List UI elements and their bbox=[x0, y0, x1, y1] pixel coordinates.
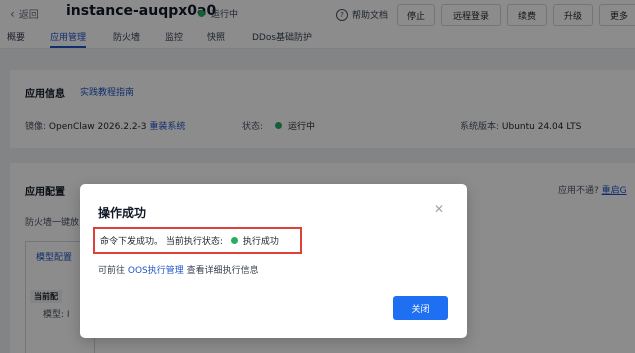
oos-hint-before: 可前往 bbox=[98, 266, 128, 276]
close-icon[interactable]: ✕ bbox=[434, 203, 444, 215]
oos-link[interactable]: OOS执行管理 bbox=[128, 266, 184, 276]
result-message: 命令下发成功。 当前执行状态: bbox=[100, 237, 223, 247]
oos-hint-after: 查看详细执行信息 bbox=[183, 266, 259, 276]
exec-status: 执行成功 bbox=[242, 237, 279, 247]
success-dialog: 操作成功 ✕ 命令下发成功。 当前执行状态: 执行成功 可前往 OOS执行管理 … bbox=[80, 184, 467, 338]
result-highlight: 命令下发成功。 当前执行状态: 执行成功 bbox=[93, 227, 302, 254]
close-button[interactable]: 关闭 bbox=[393, 296, 448, 320]
oos-hint: 可前往 OOS执行管理 查看详细执行信息 bbox=[98, 263, 259, 276]
success-dot-icon bbox=[230, 237, 238, 244]
dialog-title: 操作成功 bbox=[98, 206, 147, 220]
